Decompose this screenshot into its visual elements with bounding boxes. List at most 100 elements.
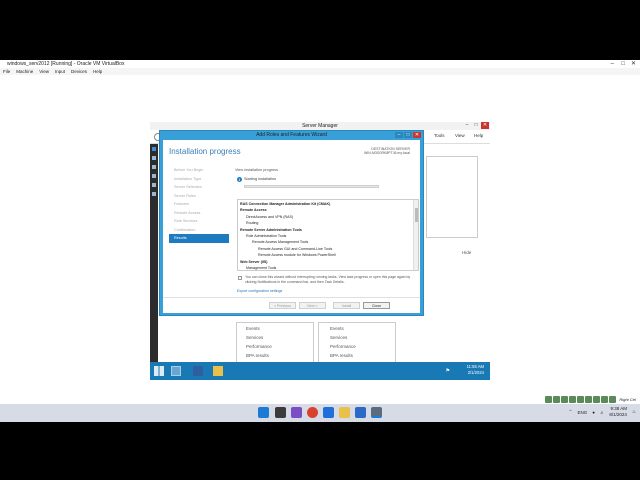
action-center-flag-icon[interactable]: ⚑ — [446, 368, 450, 374]
file-explorer-icon[interactable] — [339, 407, 350, 418]
shared-folders-status-icon[interactable] — [585, 395, 593, 403]
nav-item-server-roles[interactable]: Server Roles — [169, 192, 229, 201]
dashboard-icon[interactable] — [152, 147, 156, 151]
maximize-icon[interactable]: □ — [404, 132, 412, 138]
guest-taskbar: ⚑ 11:55 AM 2/1/2024 — [150, 362, 490, 380]
feature-item: DirectAccess and VPN (RAS) — [246, 214, 294, 219]
install-button[interactable]: Install — [333, 302, 360, 309]
task-view-icon[interactable] — [275, 407, 286, 418]
tile1-events-link[interactable]: Events — [246, 326, 260, 331]
chevron-up-icon[interactable]: ⌃ — [569, 409, 573, 415]
volume-icon[interactable]: ♬ — [600, 410, 605, 415]
display-status-icon[interactable] — [593, 395, 601, 403]
feature-item: RAS Connection Manager Administration Ki… — [240, 202, 331, 206]
guest-screen[interactable]: Server Manager – □ ✕ Manage Tools View H… — [150, 122, 490, 380]
menu-help[interactable]: Help — [474, 133, 483, 138]
nav-item-role-services[interactable]: Role Services — [169, 217, 229, 226]
menu-devices[interactable]: Devices — [71, 68, 87, 75]
app-icon[interactable] — [291, 407, 302, 418]
optical-drive-status-icon[interactable] — [553, 395, 561, 403]
feature-list-scrollbar[interactable] — [413, 200, 418, 270]
host-date: 8/1/2024 — [609, 412, 627, 417]
tile1-performance-link[interactable]: Performance — [246, 344, 272, 349]
host-clock[interactable]: 9:38 AM 8/1/2024 — [609, 406, 627, 418]
info-icon: i — [237, 177, 242, 182]
export-configuration-link[interactable]: Export configuration settings — [237, 289, 282, 293]
tile2-services-link[interactable]: Services — [330, 335, 347, 340]
nav-item-results[interactable]: Results — [169, 234, 229, 243]
previous-button[interactable]: < Previous — [269, 302, 296, 309]
close-button[interactable]: Close — [363, 302, 390, 309]
feature-list[interactable]: RAS Connection Manager Administration Ki… — [237, 199, 419, 271]
nav-item-confirmation[interactable]: Confirmation — [169, 226, 229, 235]
menu-view[interactable]: View — [39, 68, 49, 75]
server-manager-taskbar-icon[interactable] — [171, 366, 181, 376]
page-title: Installation progress — [169, 147, 241, 156]
wizard-nav: Before You Begin Installation Type Serve… — [169, 166, 229, 243]
install-progress-bar — [244, 185, 379, 188]
virtualbox-title-bar[interactable]: windows_serv2012 [Running] - Oracle VM V… — [0, 60, 640, 68]
tile1-bpa-link[interactable]: BPA results — [246, 353, 269, 358]
menu-tools[interactable]: Tools — [434, 133, 445, 138]
feature-item: Routing — [246, 221, 259, 226]
guest-clock[interactable]: 11:55 AM 2/1/2024 — [467, 364, 484, 376]
host-system-tray: ⌃ ENG ● ♬ 9:38 AM 8/1/2024 ♨ — [569, 406, 636, 418]
menu-view[interactable]: View — [455, 133, 465, 138]
close-icon[interactable]: ✕ — [481, 122, 489, 129]
powershell-icon[interactable] — [193, 366, 203, 376]
nav-item-before-you-begin[interactable]: Before You Begin — [169, 166, 229, 175]
close-icon[interactable]: ✕ — [631, 60, 636, 68]
tile2-performance-link[interactable]: Performance — [330, 344, 356, 349]
nav-item-remote-access[interactable]: Remote Access — [169, 209, 229, 218]
install-progress-fill — [245, 186, 248, 187]
menu-machine[interactable]: Machine — [16, 68, 33, 75]
maximize-icon[interactable]: □ — [621, 60, 625, 68]
usb-status-icon[interactable] — [577, 395, 585, 403]
menu-input[interactable]: Input — [55, 68, 65, 75]
windows-start-icon[interactable] — [154, 366, 164, 376]
wifi-icon[interactable]: ● — [592, 410, 595, 415]
file-explorer-icon[interactable] — [213, 366, 223, 376]
close-icon[interactable]: ✕ — [413, 132, 421, 138]
edge-icon[interactable] — [323, 407, 334, 418]
scrollbar-thumb[interactable] — [415, 208, 418, 222]
screen: windows_serv2012 [Running] - Oracle VM V… — [0, 0, 640, 480]
nav-item-server-selection[interactable]: Server Selection — [169, 183, 229, 192]
windows-start-icon[interactable] — [258, 407, 269, 418]
recording-status-icon[interactable] — [601, 395, 609, 403]
language-indicator[interactable]: ENG — [577, 410, 587, 415]
cpu-status-icon[interactable] — [609, 395, 617, 403]
welcome-tile — [426, 156, 478, 238]
minimize-icon[interactable]: – — [395, 132, 403, 138]
minimize-icon[interactable]: – — [611, 60, 614, 68]
iis-icon[interactable] — [152, 183, 156, 187]
add-roles-wizard: Add Roles and Features Wizard – □ ✕ Inst… — [159, 130, 424, 316]
hide-link[interactable]: Hide — [462, 250, 471, 255]
tile2-events-link[interactable]: Events — [330, 326, 344, 331]
virtualbox-icon[interactable] — [355, 407, 366, 418]
virtualbox-vm-icon[interactable] — [371, 407, 382, 418]
hard-disk-status-icon[interactable] — [545, 395, 553, 403]
virtualbox-status-bar: Right Ctrl — [545, 394, 640, 404]
local-server-icon[interactable] — [152, 156, 156, 160]
remote-access-icon[interactable] — [152, 192, 156, 196]
minimize-icon[interactable]: – — [463, 122, 471, 129]
virtualbox-title: windows_serv2012 [Running] - Oracle VM V… — [7, 61, 125, 67]
menu-help[interactable]: Help — [93, 68, 102, 75]
vm-display-area: Server Manager – □ ✕ Manage Tools View H… — [0, 75, 640, 404]
nav-item-features[interactable]: Features — [169, 200, 229, 209]
chrome-icon[interactable] — [307, 407, 318, 418]
notification-bell-icon[interactable]: ♨ — [632, 409, 636, 415]
menu-file[interactable]: File — [3, 68, 10, 75]
network-status-icon[interactable] — [569, 395, 577, 403]
audio-status-icon[interactable] — [561, 395, 569, 403]
tile1-services-link[interactable]: Services — [246, 335, 263, 340]
nav-item-installation-type[interactable]: Installation Type — [169, 175, 229, 184]
wizard-title: Add Roles and Features Wizard — [256, 132, 327, 138]
all-servers-icon[interactable] — [152, 165, 156, 169]
maximize-icon[interactable]: □ — [472, 122, 480, 129]
file-services-icon[interactable] — [152, 174, 156, 178]
tile2-bpa-link[interactable]: BPA results — [330, 353, 353, 358]
next-button[interactable]: Next > — [299, 302, 326, 309]
close-wizard-checkbox-icon — [238, 276, 242, 280]
